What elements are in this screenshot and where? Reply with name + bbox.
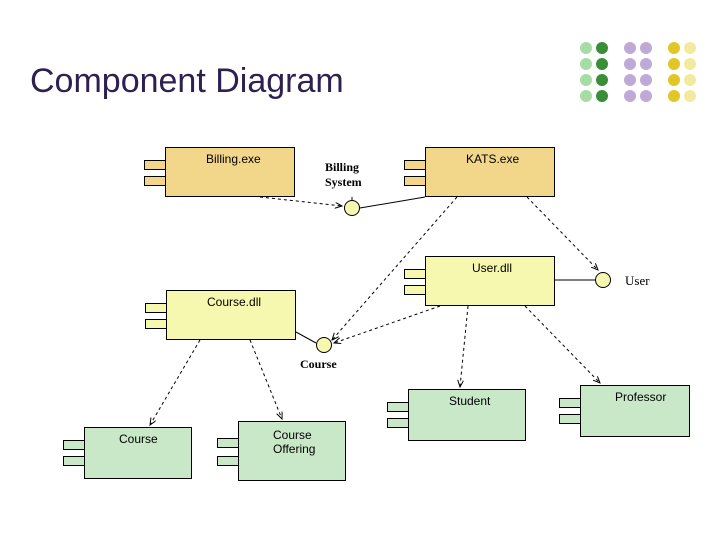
page-title: Component Diagram — [30, 62, 344, 101]
interface-label: User — [625, 273, 650, 289]
component-user-dll: User.dll — [425, 256, 555, 306]
component-label: Course — [119, 432, 158, 446]
component-label: Course Offering — [273, 428, 315, 456]
interface-course — [316, 337, 332, 353]
component-label: Course.dll — [207, 295, 261, 309]
decoration-dots — [578, 40, 718, 110]
component-label: Professor — [615, 390, 666, 404]
component-course-dll: Course.dll — [166, 290, 296, 340]
interface-label: Billing System — [325, 160, 362, 190]
component-label: User.dll — [472, 261, 512, 275]
component-course: Course — [84, 427, 192, 479]
component-billing-exe: Billing.exe — [165, 147, 295, 197]
component-kats-exe: KATS.exe — [425, 147, 555, 197]
interface-billing-system — [344, 200, 360, 216]
interface-label: Course — [300, 357, 337, 372]
component-label: Billing.exe — [206, 152, 261, 166]
component-label: Student — [449, 394, 490, 408]
component-course-offering: Course Offering — [238, 421, 346, 481]
component-label: KATS.exe — [466, 152, 519, 166]
component-professor: Professor — [580, 385, 690, 437]
component-student: Student — [408, 389, 526, 441]
interface-user — [595, 272, 611, 288]
